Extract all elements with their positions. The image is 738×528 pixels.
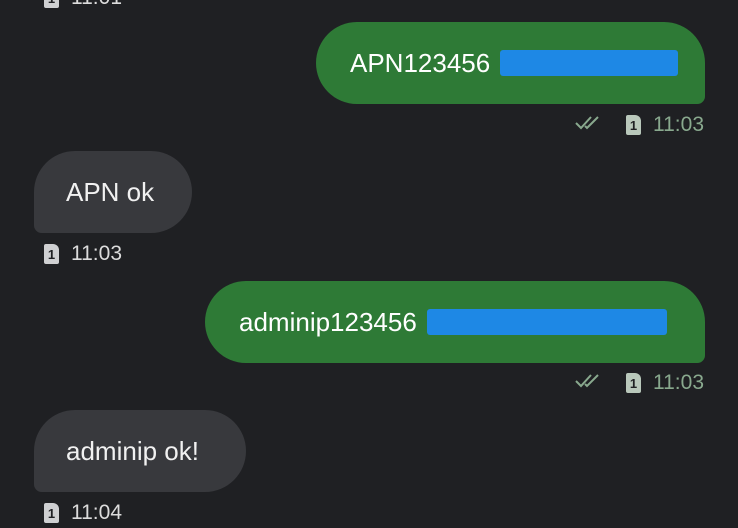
message-text: adminip123456 [239,306,417,337]
message-meta: 1 11:03 [574,113,704,137]
message-time: 11:03 [653,113,704,136]
double-check-icon [574,371,604,395]
outgoing-message-bubble[interactable]: adminip123456 [205,281,705,363]
message-time: 11:04 [71,501,122,524]
redacted-text [500,50,679,76]
sim-card-icon: 1 [44,0,59,8]
message-time: 11:03 [71,242,122,265]
sim-card-icon: 1 [626,115,641,135]
message-meta: 1 11:03 [44,242,122,266]
message-meta: 1 11:03 [574,371,704,395]
message-text: adminip ok! [66,435,199,466]
message-time: 11:01 [71,0,122,10]
message-meta: 1 11:04 [44,501,122,525]
sim-card-icon: 1 [44,244,59,264]
double-check-icon [574,113,604,137]
redacted-text [426,309,667,335]
outgoing-message-bubble[interactable]: APN123456 [316,22,705,104]
incoming-message-bubble[interactable]: APN ok [34,151,192,233]
previous-message-meta: 1 11:01 [44,0,122,10]
sim-card-icon: 1 [44,503,59,523]
sim-card-icon: 1 [626,373,641,393]
incoming-message-bubble[interactable]: adminip ok! [34,410,246,492]
message-time: 11:03 [653,371,704,394]
message-text: APN123456 [350,47,491,78]
message-text: APN ok [66,176,155,207]
